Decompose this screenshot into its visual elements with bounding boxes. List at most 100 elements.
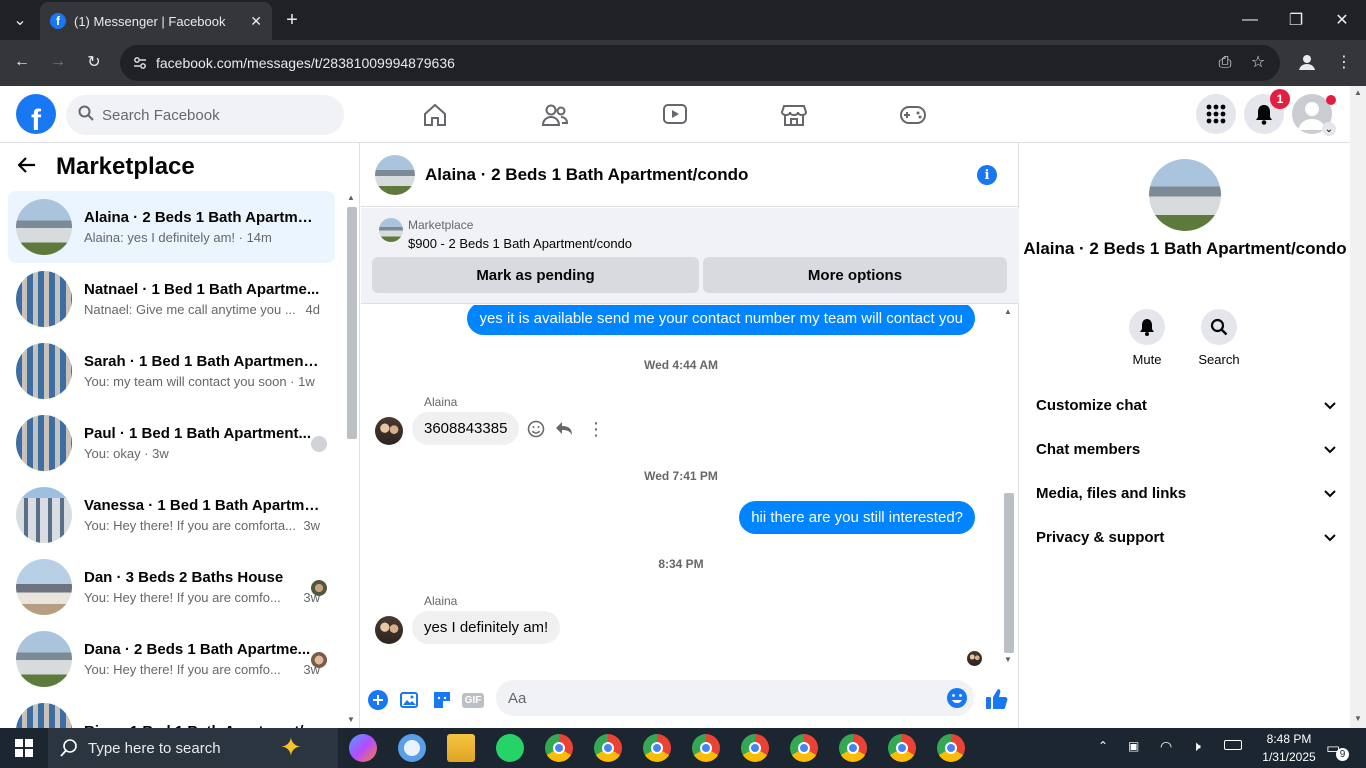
scroll-up-icon[interactable]: ▲ [1354,88,1362,97]
chrome-icon[interactable] [790,734,818,762]
menu-grid-button[interactable] [1196,94,1236,134]
photo-icon[interactable] [399,689,421,711]
customize-chat-section[interactable]: Customize chat [1036,383,1336,427]
battery-icon[interactable] [1224,740,1242,750]
list-scrollbar-thumb[interactable] [347,207,357,439]
scroll-down-icon[interactable]: ▼ [1354,714,1362,723]
restore-icon[interactable]: ❐ [1286,8,1306,32]
chrome-icon[interactable] [839,734,867,762]
friends-icon[interactable] [540,100,570,130]
conversation-item[interactable]: Sarah · 1 Bed 1 Bath Apartment/... You: m… [8,335,335,407]
chrome-icon[interactable] [692,734,720,762]
chrome-icon[interactable] [929,728,973,768]
chrome-icon[interactable] [545,734,573,762]
conversation-item[interactable]: Natnael · 1 Bed 1 Bath Apartme... Natnael… [8,263,335,335]
chrome-center-icon [945,742,957,754]
conversation-item[interactable]: Paul · 1 Bed 1 Bath Apartment... You: oka… [8,407,335,479]
gif-icon[interactable]: GIF [461,689,485,711]
scroll-down-icon[interactable]: ▼ [347,715,355,724]
speaker-icon[interactable]: 🕨 [1192,738,1201,755]
emoji-icon[interactable] [946,687,968,713]
plus-circle-icon[interactable] [367,689,389,711]
clock-time[interactable]: 8:48 PM [1256,732,1322,746]
outgoing-message[interactable]: hii there are you still interested? [739,501,975,534]
listing-price[interactable]: $900 - 2 Beds 1 Bath Apartment/condo [408,236,632,251]
conversation-item[interactable]: Alaina · 2 Beds 1 Bath Apartmen... Alaina… [8,191,335,263]
contact-avatar[interactable] [1149,159,1221,231]
scroll-up-icon[interactable]: ▲ [347,193,355,202]
browser-menu-icon[interactable]: ⋮ [1334,52,1354,72]
alaina-avatar[interactable] [375,417,403,445]
bookmark-star-icon[interactable]: ☆ [1248,52,1268,72]
tab-close-icon[interactable]: ✕ [250,13,262,30]
reload-icon[interactable]: ↻ [84,52,104,72]
more-vertical-icon[interactable]: ⋮ [587,419,605,440]
taskbar-search-input[interactable]: Type here to search ✦ [48,728,338,768]
chrome-icon[interactable] [643,734,671,762]
incoming-message[interactable]: yes I definitely am! [412,611,561,644]
notifications-button[interactable]: 1 [1244,89,1290,134]
browser-tab[interactable]: f (1) Messenger | Facebook ✕ [40,2,272,40]
chrome-icon[interactable] [594,734,622,762]
facebook-search-input[interactable]: Search Facebook [66,95,344,135]
mark-as-pending-button[interactable]: Mark as pending [372,257,699,293]
install-app-icon[interactable]: ⎙ [1214,52,1236,74]
back-arrow-icon[interactable] [17,156,46,179]
video-icon[interactable] [660,100,690,130]
account-avatar[interactable]: ⌄ [1292,94,1336,136]
sparkle-icon[interactable]: ✦ [280,732,302,763]
profile-icon[interactable] [1296,51,1318,73]
media-files-links-section[interactable]: Media, files and links [1036,471,1336,515]
forward-arrow-icon[interactable]: → [48,52,68,72]
chevron-up-icon[interactable]: ⌃ [1098,739,1108,753]
listing-thumbnail[interactable] [375,154,415,195]
browser-toolbar: ← → ↻ facebook.com/messages/t/2838100999… [0,40,1366,86]
incoming-message[interactable]: 3608843385 [412,412,520,445]
home-icon[interactable] [420,100,450,130]
more-options-button[interactable]: More options [703,257,1007,293]
chrome-icon[interactable] [888,734,916,762]
file-explorer-icon[interactable] [447,734,475,762]
conversation-item[interactable]: Dana · 2 Beds 1 Bath Apartme... You: Hey … [8,623,335,695]
thread-scrollbar[interactable]: ▲ ▼ [1002,305,1016,667]
conversation-item[interactable]: Dan · 3 Beds 2 Baths House You: Hey there… [8,551,335,623]
address-bar[interactable]: facebook.com/messages/t/2838100999487963… [120,45,1280,81]
search-in-chat-button[interactable]: Search [1189,309,1249,367]
message-input[interactable]: Aa [496,680,974,716]
privacy-support-section[interactable]: Privacy & support [1036,515,1336,559]
chrome-icon[interactable] [741,734,769,762]
react-smiley-icon[interactable] [527,420,545,443]
like-thumb-icon[interactable] [985,687,1009,711]
mute-button[interactable]: Mute [1117,309,1177,367]
scroll-down-icon[interactable]: ▼ [1004,655,1012,664]
windows-start-icon[interactable] [15,739,33,757]
conversation-item[interactable]: Vanessa · 1 Bed 1 Bath Apartme... You: He… [8,479,335,551]
marketplace-icon[interactable] [779,100,809,130]
window-close-icon[interactable]: ✕ [1332,8,1352,32]
copilot-icon[interactable] [349,734,377,762]
thread-scrollbar-thumb[interactable] [1004,493,1014,653]
page-scrollbar[interactable]: ▲ ▼ [1350,86,1366,728]
chat-title[interactable]: Alaina · 2 Beds 1 Bath Apartment/condo [425,165,748,185]
wifi-icon[interactable]: ◠ [1160,738,1172,755]
clock-date[interactable]: 1/31/2025 [1256,750,1322,764]
alaina-avatar[interactable] [375,616,403,644]
paint-icon[interactable] [398,734,426,762]
info-icon[interactable]: i [977,165,997,185]
facebook-logo[interactable]: f [16,94,56,134]
new-tab-icon[interactable]: + [282,8,302,32]
gaming-icon[interactable] [898,100,928,130]
scroll-up-icon[interactable]: ▲ [1004,307,1012,316]
back-arrow-icon[interactable]: ← [12,52,32,72]
sticker-icon[interactable] [431,689,453,711]
site-info-icon[interactable] [132,55,148,71]
tab-search-chevron-icon[interactable]: ⌄ [8,10,32,30]
minimize-icon[interactable]: — [1240,8,1260,32]
reply-icon[interactable] [555,421,573,442]
camera-icon[interactable]: ▣ [1128,739,1139,753]
listing-thumbnail-small[interactable] [379,218,403,242]
outgoing-message[interactable]: yes it is available send me your contact… [467,305,975,335]
chat-members-section[interactable]: Chat members [1036,427,1336,471]
whatsapp-icon[interactable] [496,734,524,762]
list-scrollbar[interactable]: ▲ ▼ [345,193,357,728]
